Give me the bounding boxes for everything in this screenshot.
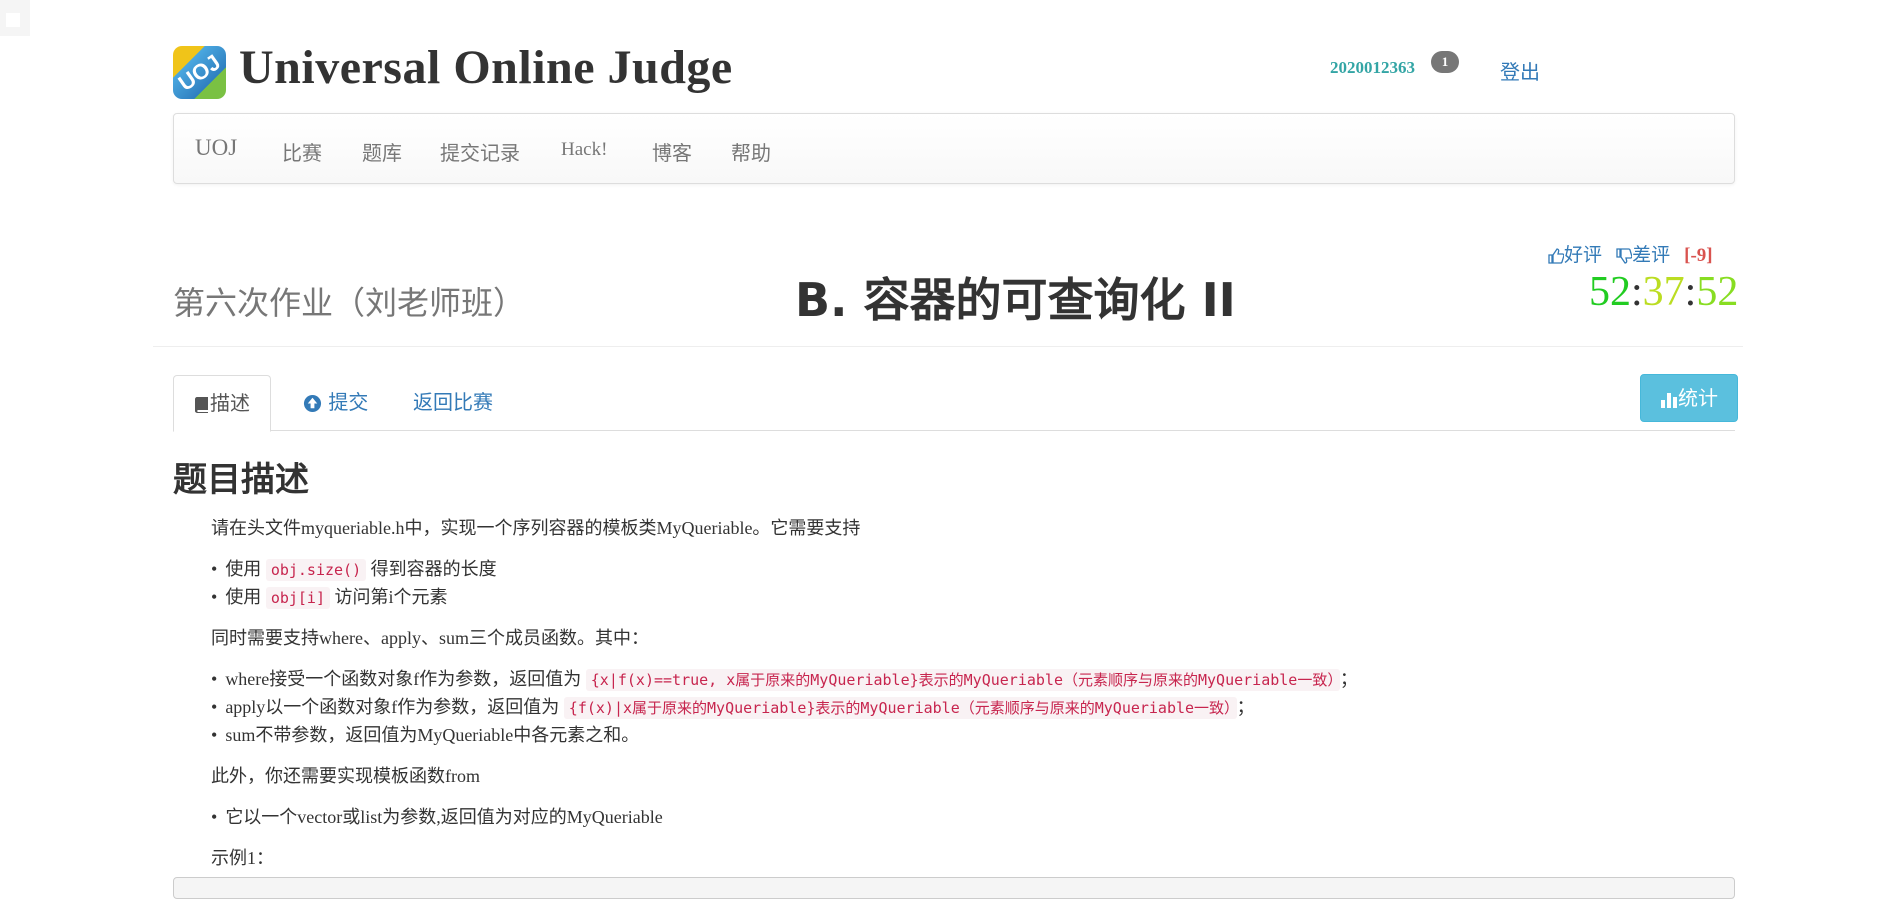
list-text: 它以一个vector或list为参数,返回值为对应的MyQueriable (225, 807, 663, 827)
list-text: apply以一个函数对象f作为参数，返回值为 (225, 697, 564, 717)
list-item: sum不带参数，返回值为MyQueriable中各元素之和。 (211, 721, 639, 747)
book-icon (195, 396, 208, 413)
list-text: ； (1236, 697, 1255, 717)
list-item: 使用 obj[i] 访问第i个元素 (211, 583, 448, 609)
list-item: 它以一个vector或list为参数,返回值为对应的MyQueriable (211, 803, 663, 829)
corner-widget (0, 0, 30, 36)
bar-chart-icon (1661, 392, 1677, 408)
list-item: 使用 obj.size() 得到容器的长度 (211, 555, 497, 581)
nav-item-problems[interactable]: 题库 (362, 137, 402, 166)
notification-badge[interactable]: 1 (1431, 51, 1459, 73)
like-label: 好评 (1564, 244, 1603, 266)
list-text: 得到容器的长度 (366, 559, 497, 579)
inline-code: obj[i] (265, 587, 330, 609)
navbar-brand[interactable]: UOJ (195, 135, 237, 161)
list-text: 使用 (225, 587, 266, 607)
countdown-timer: 52:37:52 (1589, 268, 1738, 316)
example-code-block (173, 877, 1735, 899)
navbar: UOJ 比赛 题库 提交记录 Hack! 博客 帮助 (173, 113, 1735, 184)
inline-code: {f(x)|x属于原来的MyQueriable}表示的MyQueriable（元… (563, 697, 1237, 719)
list-text: 访问第i个元素 (330, 587, 448, 607)
dislike-label: 差评 (1632, 244, 1671, 266)
tab-description-label: 描述 (210, 391, 250, 415)
section-heading: 题目描述 (173, 460, 309, 500)
like-button[interactable]: 好评 (1548, 244, 1602, 266)
besides-paragraph: 此外，你还需要实现模板函数from (211, 766, 480, 786)
nav-item-submissions[interactable]: 提交记录 (440, 137, 520, 166)
inline-code: {x|f(x)==true, x属于原来的MyQueriable}表示的MyQu… (585, 669, 1340, 691)
tab-submit-label: 提交 (328, 390, 369, 414)
rating-score: [-9] (1684, 245, 1713, 266)
tab-submit[interactable]: 提交 (303, 375, 368, 429)
timer-minutes: 37 (1642, 269, 1685, 315)
upload-circle-icon (303, 394, 322, 413)
site-title[interactable]: Universal Online Judge (239, 36, 733, 100)
nav-item-help[interactable]: 帮助 (731, 137, 771, 166)
intro-paragraph: 请在头文件myqueriable.h中，实现一个序列容器的模板类MyQueria… (211, 518, 861, 538)
timer-sep: : (1684, 269, 1697, 315)
inline-code: obj.size() (265, 559, 367, 581)
list-text: where接受一个函数对象f作为参数，返回值为 (225, 669, 586, 689)
thumbs-up-icon (1548, 247, 1565, 264)
timer-hours: 52 (1589, 269, 1631, 315)
statistics-label: 统计 (1678, 386, 1718, 410)
statistics-button[interactable]: 统计 (1640, 374, 1738, 422)
list-item: apply以一个函数对象f作为参数，返回值为 {f(x)|x属于原来的MyQue… (211, 693, 1255, 719)
site-logo[interactable]: UOJ (173, 46, 226, 99)
nav-item-hacks[interactable]: Hack! (561, 139, 607, 161)
dislike-button[interactable]: 差评 (1616, 244, 1670, 266)
logo-text: UOJ (173, 49, 226, 96)
list-text: sum不带参数，返回值为MyQueriable中各元素之和。 (225, 725, 640, 745)
list-text: ； (1339, 669, 1358, 689)
timer-seconds: 52 (1696, 269, 1739, 315)
thumbs-down-icon (1616, 247, 1633, 264)
logout-link[interactable]: 登出 (1500, 56, 1540, 85)
nav-item-contests[interactable]: 比赛 (282, 137, 322, 166)
tab-description[interactable]: 描述 (173, 375, 271, 432)
timer-sep: : (1631, 269, 1643, 315)
rating-bar: 好评 差评 [-9] (1548, 240, 1713, 267)
list-item: where接受一个函数对象f作为参数，返回值为 {x|f(x)==true, x… (211, 665, 1358, 691)
example-label: 示例1： (211, 848, 274, 868)
problem-tabs: 描述 提交 返回比赛 (173, 375, 1735, 432)
also-paragraph: 同时需要支持where、apply、sum三个成员函数。其中： (211, 628, 649, 648)
list-text: 使用 (225, 559, 266, 579)
tab-back-to-contest[interactable]: 返回比赛 (413, 375, 493, 429)
problem-title: B. 容器的可查询化 II (795, 273, 1236, 327)
contest-name: 第六次作业（刘老师班） (173, 284, 526, 322)
nav-item-blogs[interactable]: 博客 (652, 137, 692, 166)
username-link[interactable]: 2020012363 (1330, 58, 1415, 78)
divider (153, 346, 1743, 347)
